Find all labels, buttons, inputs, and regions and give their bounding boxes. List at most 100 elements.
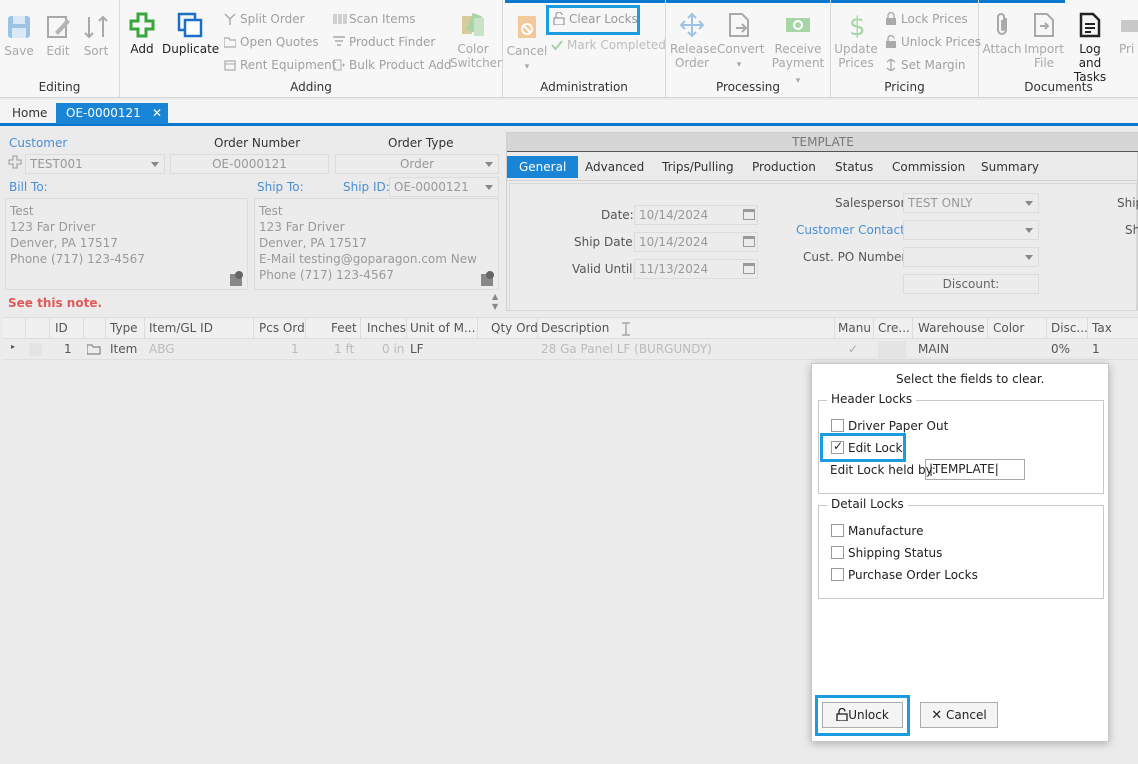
ship-id-select[interactable]: OE-0000121: [389, 177, 499, 197]
cell-type[interactable]: Item: [110, 342, 137, 356]
column-header-tax[interactable]: Tax: [1092, 321, 1112, 335]
customer-label[interactable]: Customer: [9, 136, 67, 150]
shipping-status-checkbox[interactable]: [831, 546, 844, 559]
add-button[interactable]: Add: [120, 12, 164, 56]
driver-paper-out-label[interactable]: Driver Paper Out: [848, 419, 948, 433]
cell-warehouse[interactable]: MAIN: [918, 342, 949, 356]
cell-inches[interactable]: 0 in: [382, 342, 404, 356]
receive-payment-button[interactable]: Receive Payment ▾: [770, 12, 826, 88]
shipping-status-label[interactable]: Shipping Status: [848, 546, 942, 560]
close-tab-icon[interactable]: ✕: [152, 103, 162, 124]
column-header-type[interactable]: Type: [110, 321, 138, 335]
cell-discount[interactable]: 0%: [1051, 342, 1070, 356]
row-select-box[interactable]: [29, 343, 42, 356]
rent-equipment-button[interactable]: Rent Equipment: [224, 56, 336, 74]
column-header-discount[interactable]: Disc...: [1051, 321, 1088, 335]
column-header-manu[interactable]: Manu: [838, 321, 871, 335]
valid-until-field[interactable]: 11/13/2024: [634, 259, 758, 279]
add-customer-icon[interactable]: [8, 155, 22, 169]
purchase-order-locks-checkbox[interactable]: [831, 568, 844, 581]
tab-trips-pulling[interactable]: Trips/Pulling: [650, 156, 746, 178]
calendar-icon[interactable]: [743, 263, 755, 274]
clear-locks-button[interactable]: Clear Locks: [546, 5, 640, 35]
cell-pcs-ord[interactable]: 1: [291, 342, 299, 356]
ship-id-label[interactable]: Ship ID:: [343, 180, 390, 194]
order-type-select[interactable]: Order: [335, 154, 499, 174]
folder-icon[interactable]: [86, 343, 101, 355]
cancel-button[interactable]: ✕ Cancel: [920, 702, 998, 728]
update-prices-button[interactable]: $ Update Prices: [834, 12, 878, 70]
order-number-field[interactable]: OE-0000121: [170, 154, 329, 174]
row-expand-icon[interactable]: ▸: [11, 342, 15, 351]
cell-description[interactable]: 28 Ga Panel LF (BURGUNDY): [541, 342, 712, 356]
edit-lock-label[interactable]: Edit Lock: [848, 441, 902, 455]
customer-select[interactable]: TEST001: [25, 154, 165, 174]
note-scroll-arrows[interactable]: ▲ ▼: [492, 292, 498, 312]
purchase-order-locks-label[interactable]: Purchase Order Locks: [848, 568, 978, 582]
open-quotes-button[interactable]: Open Quotes: [223, 33, 319, 51]
release-order-button[interactable]: Release Order: [670, 12, 717, 70]
tab-status[interactable]: Status: [823, 156, 885, 178]
sort-button[interactable]: Sort: [74, 14, 118, 58]
convert-button[interactable]: Convert ▾: [717, 12, 764, 72]
lock-prices-button[interactable]: Lock Prices: [885, 10, 968, 28]
column-header-pcs-ord[interactable]: Pcs Ord: [259, 321, 305, 335]
log-and-tasks-button[interactable]: Log and Tasks: [1067, 12, 1113, 84]
color-switcher-button[interactable]: Color Switcher: [450, 12, 502, 70]
cell-item[interactable]: ABG: [149, 342, 175, 356]
edit-lock-held-by-field[interactable]: |TEMPLATE|: [925, 459, 1025, 480]
unlock-prices-button[interactable]: Unlock Prices: [885, 33, 981, 51]
cell-manu-check[interactable]: ✓: [848, 342, 858, 356]
cell-created[interactable]: [878, 341, 906, 358]
column-header-created[interactable]: Cre...: [878, 321, 910, 335]
map-pin-icon[interactable]: [230, 270, 244, 286]
date-field[interactable]: 10/14/2024: [634, 205, 758, 225]
salesperson-select[interactable]: TEST ONLY: [903, 193, 1039, 213]
tab-home[interactable]: Home: [2, 103, 57, 124]
print-button[interactable]: Pri: [1119, 12, 1138, 56]
bill-to-address[interactable]: Test 123 Far Driver Denver, PA 17517 Pho…: [5, 198, 248, 290]
column-header-inches[interactable]: Inches: [367, 321, 406, 335]
column-header-unit[interactable]: Unit of M...: [410, 321, 475, 335]
column-header-id[interactable]: ID: [55, 321, 68, 335]
cell-tax[interactable]: 1: [1092, 342, 1100, 356]
discount-button[interactable]: Discount:: [903, 274, 1039, 294]
attach-button[interactable]: Attach: [980, 12, 1024, 56]
manufacture-checkbox[interactable]: [831, 524, 844, 537]
ship-to-label[interactable]: Ship To:: [257, 180, 304, 194]
tab-production[interactable]: Production: [740, 156, 828, 178]
cell-feet[interactable]: 1 ft: [334, 342, 354, 356]
driver-paper-out-checkbox[interactable]: [831, 419, 844, 432]
bulk-product-add-button[interactable]: Bulk Product Add: [333, 56, 452, 74]
tab-commission[interactable]: Commission: [880, 156, 977, 178]
unlock-button[interactable]: Unlock: [822, 702, 903, 728]
mark-completed-button[interactable]: Mark Completed: [551, 36, 666, 54]
column-header-feet[interactable]: Feet: [331, 321, 357, 335]
cust-po-select[interactable]: [903, 247, 1039, 267]
split-order-button[interactable]: Split Order: [224, 10, 305, 28]
import-file-button[interactable]: Import File: [1022, 12, 1066, 70]
save-button[interactable]: Save: [0, 14, 41, 58]
ship-to-address[interactable]: Test 123 Far Driver Denver, PA 17517 E-M…: [254, 198, 499, 290]
customer-contact-label[interactable]: Customer Contact:: [796, 223, 909, 237]
set-margin-button[interactable]: Set Margin: [885, 56, 966, 74]
edit-lock-checkbox[interactable]: [831, 439, 844, 454]
map-pin-icon[interactable]: [481, 270, 495, 286]
cell-id[interactable]: 1: [64, 342, 72, 356]
tab-order[interactable]: OE-0000121 ✕: [56, 103, 168, 124]
tab-general[interactable]: General: [507, 156, 579, 178]
scan-items-button[interactable]: Scan Items: [333, 10, 416, 28]
column-header-warehouse[interactable]: Warehouse: [918, 321, 985, 335]
column-header-color[interactable]: Color: [993, 321, 1024, 335]
cell-unit[interactable]: LF: [410, 342, 424, 356]
product-finder-button[interactable]: Product Finder: [333, 33, 435, 51]
table-row[interactable]: ▸ 1 Item ABG 1 1 ft 0 in LF 28 Ga Panel …: [3, 339, 1138, 360]
customer-contact-select[interactable]: [903, 220, 1039, 240]
calendar-icon[interactable]: [743, 236, 755, 247]
column-header-description[interactable]: Description: [541, 321, 609, 335]
manufacture-label[interactable]: Manufacture: [848, 524, 923, 538]
tab-advanced[interactable]: Advanced: [573, 156, 656, 178]
duplicate-button[interactable]: Duplicate: [162, 12, 219, 56]
bill-to-label[interactable]: Bill To:: [9, 180, 48, 194]
tab-summary[interactable]: Summary: [969, 156, 1051, 178]
